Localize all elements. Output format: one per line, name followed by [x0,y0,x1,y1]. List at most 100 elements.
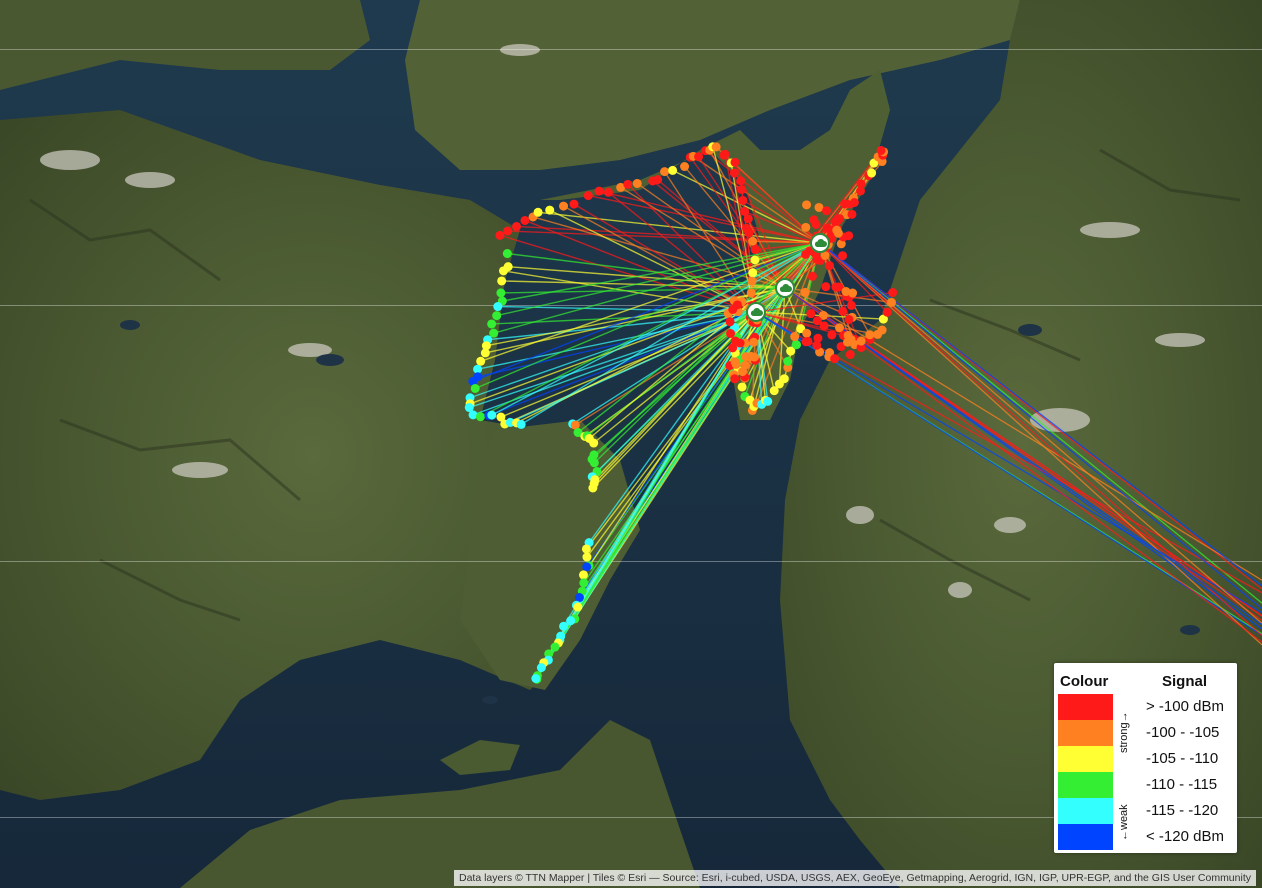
measurement-point[interactable] [512,221,522,231]
measurement-point[interactable] [502,249,512,259]
measurement-point[interactable] [802,328,812,338]
measurement-point[interactable] [559,621,569,631]
measurement-point[interactable] [578,570,588,580]
measurement-point[interactable] [730,157,740,167]
measurement-point[interactable] [821,282,831,292]
measurement-point[interactable] [476,356,486,366]
measurement-point[interactable] [811,219,821,229]
measurement-point[interactable] [845,350,855,360]
measurement-point[interactable] [806,309,816,319]
measurement-point[interactable] [588,483,598,493]
measurement-point[interactable] [848,288,858,298]
measurement-point[interactable] [497,276,507,286]
measurement-point[interactable] [744,228,754,238]
measurement-point[interactable] [783,356,793,366]
measurement-point[interactable] [827,330,837,340]
measurement-point[interactable] [746,351,756,361]
measurement-point[interactable] [487,410,497,420]
measurement-point[interactable] [594,186,604,196]
measurement-point[interactable] [749,337,759,347]
measurement-point[interactable] [738,367,748,377]
measurement-point[interactable] [846,300,856,310]
measurement-point[interactable] [680,162,690,172]
measurement-point[interactable] [736,176,746,186]
measurement-point[interactable] [876,145,886,155]
measurement-point[interactable] [844,314,854,324]
measurement-point[interactable] [877,325,887,335]
measurement-point[interactable] [840,199,850,209]
measurement-point[interactable] [533,207,543,217]
gateway-marker[interactable] [810,233,830,253]
measurement-point[interactable] [838,306,848,316]
measurement-point[interactable] [582,552,592,562]
measurement-point[interactable] [573,602,583,612]
measurement-point[interactable] [503,226,513,236]
measurement-point[interactable] [750,255,760,265]
measurement-point[interactable] [737,185,747,195]
measurement-point[interactable] [668,165,678,175]
measurement-point[interactable] [569,199,579,209]
measurement-point[interactable] [800,287,810,297]
measurement-point[interactable] [589,458,599,468]
measurement-point[interactable] [856,179,866,189]
measurement-point[interactable] [487,319,497,329]
measurement-point[interactable] [480,348,490,358]
measurement-point[interactable] [801,337,811,347]
measurement-point[interactable] [856,336,866,346]
measurement-point[interactable] [835,323,845,333]
measurement-point[interactable] [574,593,584,603]
measurement-point[interactable] [475,412,485,422]
measurement-point[interactable] [496,288,506,298]
measurement-point[interactable] [833,228,843,238]
measurement-point[interactable] [746,288,756,298]
gateway-marker[interactable] [775,278,795,298]
measurement-point[interactable] [583,191,593,201]
measurement-point[interactable] [550,642,560,652]
satellite-map[interactable]: Colour Signal strong→ ←weak > -100 dBm -1… [0,0,1262,888]
measurement-point[interactable] [801,249,811,259]
measurement-point[interactable] [801,222,811,232]
measurement-point[interactable] [516,419,526,429]
measurement-point[interactable] [750,245,760,255]
measurement-point[interactable] [603,187,613,197]
measurement-point[interactable] [531,673,541,683]
measurement-point[interactable] [847,209,857,219]
measurement-point[interactable] [867,168,877,178]
measurement-point[interactable] [821,206,831,216]
measurement-point[interactable] [545,205,555,215]
measurement-point[interactable] [747,276,757,286]
measurement-point[interactable] [792,340,802,350]
measurement-point[interactable] [493,302,503,312]
measurement-point[interactable] [748,236,758,246]
measurement-point[interactable] [743,214,753,224]
measurement-point[interactable] [763,396,773,406]
measurement-point[interactable] [720,149,730,159]
measurement-point[interactable] [632,178,642,188]
measurement-point[interactable] [566,616,576,626]
measurement-point[interactable] [830,354,840,364]
measurement-point[interactable] [790,332,800,342]
measurement-point[interactable] [660,167,670,177]
measurement-point[interactable] [835,214,845,224]
measurement-point[interactable] [579,578,589,588]
measurement-point[interactable] [492,311,502,321]
measurement-point[interactable] [582,562,592,572]
measurement-point[interactable] [729,168,739,178]
measurement-point[interactable] [498,266,508,276]
measurement-point[interactable] [838,251,848,261]
measurement-point[interactable] [726,328,736,338]
measurement-point[interactable] [520,215,530,225]
measurement-point[interactable] [865,330,875,340]
measurement-point[interactable] [779,374,789,384]
gateway-marker[interactable] [746,302,766,322]
measurement-point[interactable] [730,374,740,384]
measurement-point[interactable] [694,152,704,162]
measurement-point[interactable] [732,300,742,310]
measurement-point[interactable] [470,383,480,393]
measurement-point[interactable] [888,288,898,298]
measurement-point[interactable] [807,271,817,281]
measurement-point[interactable] [581,544,591,554]
measurement-point[interactable] [824,261,834,271]
measurement-point[interactable] [748,268,758,278]
measurement-point[interactable] [737,382,747,392]
